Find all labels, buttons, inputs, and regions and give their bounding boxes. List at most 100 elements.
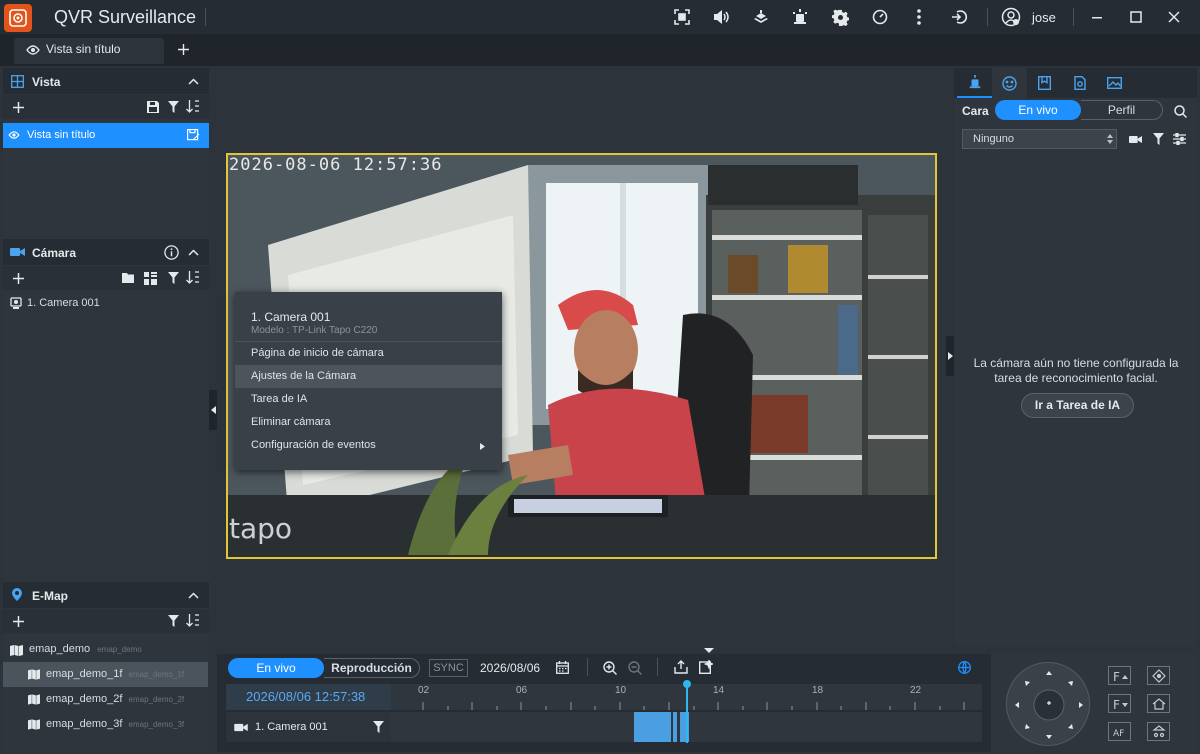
info-icon[interactable] (163, 244, 179, 260)
app-title: QVR Surveillance (54, 7, 197, 27)
add-icon[interactable] (12, 101, 24, 113)
live-toggle[interactable]: En vivo (995, 100, 1081, 120)
menu-item-camera-settings[interactable]: Ajustes de la Cámara (235, 365, 502, 388)
focus-far-icon[interactable]: F (1108, 666, 1131, 685)
emap-item[interactable]: emap_demo_2f emap_demo_2f (46, 693, 184, 705)
tab-label: Vista sin título (46, 42, 121, 56)
emap-item-sub: emap_demo (97, 645, 142, 654)
emap-item-sub: emap_demo_1f (128, 670, 185, 679)
collapse-icon[interactable] (186, 246, 200, 258)
adjust-icon[interactable] (1172, 132, 1186, 146)
sort-icon[interactable] (185, 270, 200, 284)
user-name[interactable]: jose (1032, 10, 1056, 25)
submenu-arrow-icon (478, 441, 486, 451)
add-tab-icon[interactable] (176, 42, 190, 56)
sort-icon[interactable] (185, 613, 200, 627)
focus-near-icon[interactable]: F (1108, 694, 1131, 713)
smart-search-icon[interactable] (698, 659, 714, 675)
zoom-out-icon[interactable] (627, 660, 642, 675)
globe-icon[interactable] (957, 660, 972, 675)
save-view-icon[interactable] (146, 100, 160, 113)
zoom-in-icon[interactable] (602, 660, 617, 675)
left-panel-toggle[interactable] (209, 390, 217, 430)
filter-icon[interactable] (166, 100, 180, 113)
title-separator (987, 8, 988, 26)
layers-icon[interactable] (751, 7, 771, 27)
playback-mode-toggle[interactable]: Reproducción (324, 658, 420, 678)
bookmark-tab-icon[interactable] (1027, 68, 1062, 98)
filter-icon[interactable] (1151, 132, 1165, 146)
add-icon[interactable] (12, 272, 24, 284)
timeline-hour-label: 18 (812, 685, 824, 696)
right-panel-toggle[interactable] (946, 336, 954, 376)
sync-button[interactable]: SYNC (429, 659, 468, 677)
grid-layout-icon[interactable] (143, 271, 158, 285)
toolbar-separator (657, 658, 658, 676)
close-icon[interactable] (1164, 7, 1184, 27)
search-icon[interactable] (1173, 104, 1187, 118)
speedometer-icon[interactable] (870, 7, 890, 27)
maximize-icon[interactable] (1126, 7, 1146, 27)
face-label: Cara (962, 104, 989, 118)
filter-icon[interactable] (166, 271, 180, 284)
image-tab-icon[interactable] (1097, 68, 1132, 98)
menu-item-ai-task[interactable]: Tarea de IA (235, 388, 502, 411)
autofocus-icon[interactable]: AF (1108, 722, 1131, 741)
emap-item[interactable]: emap_demo_1f emap_demo_1f (46, 668, 184, 680)
volume-icon[interactable] (711, 7, 731, 27)
camera-filter-icon[interactable] (1128, 133, 1142, 145)
playhead-handle[interactable] (683, 680, 691, 688)
live-mode-toggle[interactable]: En vivo (228, 658, 324, 678)
calendar-icon[interactable] (555, 660, 570, 675)
folder-icon[interactable] (121, 272, 134, 284)
menu-item-event-config[interactable]: Configuración de eventos (235, 434, 502, 457)
collapse-icon[interactable] (186, 589, 200, 601)
go-to-ai-task-button[interactable]: Ir a Tarea de IA (1021, 393, 1134, 418)
camera-list-item[interactable]: 1. Camera 001 (27, 297, 100, 309)
snapshot-tab-icon[interactable] (1062, 68, 1097, 98)
playback-date[interactable]: 2026/08/06 (480, 661, 540, 675)
ptz-target-icon[interactable] (1147, 666, 1170, 685)
emap-section-title: E-Map (32, 589, 68, 603)
minimize-icon[interactable] (1087, 7, 1107, 27)
export-icon[interactable] (673, 659, 689, 675)
fullscreen-icon[interactable] (672, 7, 692, 27)
timeline-camera-name: 1. Camera 001 (255, 721, 328, 733)
more-icon[interactable] (909, 7, 929, 27)
emap-item[interactable]: emap_demo_3f emap_demo_3f (46, 718, 184, 730)
camera-section-title: Cámara (32, 246, 77, 260)
ptz-joystick[interactable] (1006, 662, 1090, 746)
toolbar-separator (587, 658, 588, 676)
filter-icon[interactable] (166, 614, 180, 627)
map-icon (9, 644, 23, 656)
brand-watermark: tapo (229, 512, 293, 545)
add-icon[interactable] (12, 615, 24, 627)
collapse-icon[interactable] (186, 75, 200, 87)
face-group-select[interactable]: Ninguno (962, 129, 1117, 149)
playhead[interactable] (686, 683, 688, 743)
settings-icon[interactable] (830, 7, 850, 27)
ptz-preset-icon[interactable] (1147, 722, 1170, 741)
panel-expand-icon[interactable] (702, 646, 716, 654)
emap-item-label: emap_demo_2f (46, 693, 123, 705)
recording-segment[interactable] (634, 712, 671, 742)
alarm-icon[interactable] (790, 7, 810, 27)
emap-item-label: emap_demo (29, 643, 91, 655)
menu-item-camera-homepage[interactable]: Página de inicio de cámara (235, 342, 502, 365)
filter-icon[interactable] (371, 720, 385, 734)
logout-icon[interactable] (949, 7, 969, 27)
svg-text:F: F (1113, 698, 1120, 710)
title-separator (205, 8, 206, 26)
emap-item[interactable]: emap_demo emap_demo (29, 643, 142, 655)
sort-icon[interactable] (185, 99, 200, 113)
profile-toggle[interactable]: Perfil (1081, 100, 1163, 120)
face-tab-icon[interactable] (992, 68, 1027, 98)
camera-device-icon (9, 296, 22, 309)
edit-view-icon[interactable] (186, 128, 200, 141)
ptz-home-icon[interactable] (1147, 694, 1170, 713)
user-avatar-icon[interactable] (1001, 7, 1021, 27)
alarm-tab-icon[interactable] (957, 68, 992, 98)
camera-icon (10, 246, 25, 258)
recording-segment[interactable] (673, 712, 677, 742)
menu-item-delete-camera[interactable]: Eliminar cámara (235, 411, 502, 434)
